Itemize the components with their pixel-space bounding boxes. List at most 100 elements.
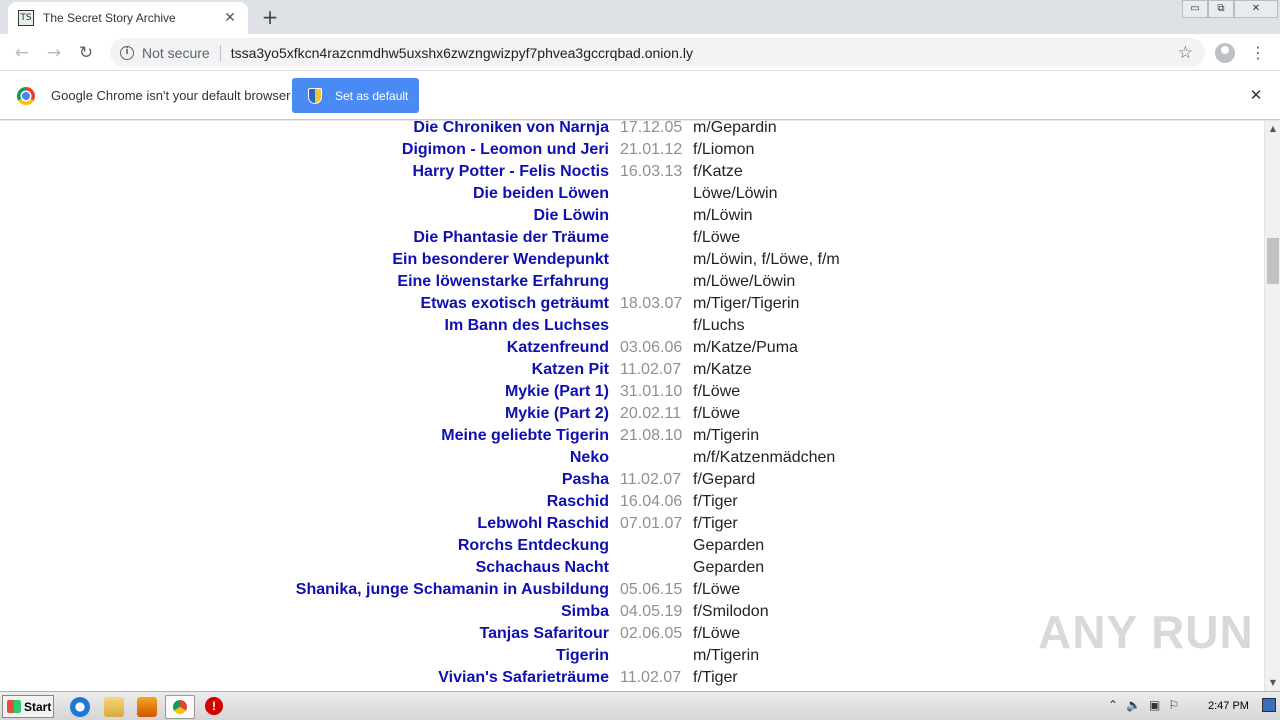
story-title-link[interactable]: Simba [561,601,609,623]
stop-icon[interactable]: ! [205,697,223,715]
reload-icon[interactable]: ↻ [74,41,98,65]
story-title-link[interactable]: Neko [570,447,609,469]
story-title-link[interactable]: Schachaus Nacht [476,557,609,579]
bookmark-star-icon[interactable]: ☆ [1178,43,1193,63]
start-button[interactable]: Start [2,695,54,718]
story-species: f/Gepard [693,471,756,488]
story-date: 16.03.13 [620,163,683,180]
story-title-link[interactable]: Im Bann des Luchses [445,315,610,337]
story-title-link[interactable]: Katzen Pit [532,359,609,381]
story-title-link[interactable]: Die Löwin [533,205,609,227]
vertical-scrollbar[interactable]: ▲ ▼ [1264,121,1280,691]
story-date: 21.08.10 [620,427,683,444]
minimize-button[interactable]: ▭ [1182,0,1208,18]
window-close-button[interactable]: ✕ [1234,0,1278,18]
story-title-link[interactable]: Rorchs Entdeckung [458,535,609,557]
story-title-link[interactable]: Lebwohl Raschid [477,513,609,535]
action-center-flag-icon[interactable]: ⚐ [1168,698,1179,712]
back-arrow-icon[interactable]: ← [10,41,34,65]
url-text[interactable]: tssa3yo5xfkcn4razcnmdhw5uxshx6zwzngwizpy… [231,45,1178,61]
story-title-link[interactable]: Mykie (Part 2) [505,403,609,425]
story-species: m/Tiger/Tigerin [693,295,800,312]
story-row: Shanika, junge Schamanin in Ausbildung 05… [0,579,1264,601]
scrollbar-thumb[interactable] [1267,238,1279,284]
story-title-link[interactable]: Raschid [547,491,609,513]
story-species: f/Tiger [693,515,738,532]
tray-expand-icon[interactable]: ⌃ [1108,698,1118,712]
story-species: m/Katze/Puma [693,339,798,356]
story-title-link[interactable]: Mykie (Part 1) [505,381,609,403]
security-label[interactable]: Not secure [142,45,210,61]
new-tab-button[interactable]: + [258,6,282,28]
set-as-default-button[interactable]: Set as default [292,78,419,113]
browser-toolbar: ← → ↻ i Not secure tssa3yo5xfkcn4razcnmd… [0,34,1280,71]
address-bar[interactable]: i Not secure tssa3yo5xfkcn4razcnmdhw5uxs… [110,38,1205,67]
story-title-link[interactable]: Meine geliebte Tigerin [441,425,609,447]
story-row: Neko m/f/Katzenmädchen [0,447,1264,469]
story-row: Ein besonderer Wendepunkt m/Löwin, f/Löwe… [0,249,1264,271]
story-species: m/Katze [693,361,752,378]
set-as-default-label: Set as default [335,88,409,103]
tab-close-icon[interactable]: ✕ [222,10,238,26]
show-desktop-icon[interactable] [1262,698,1276,712]
file-explorer-icon[interactable] [104,697,124,717]
default-browser-infobar: Google Chrome isn't your default browser… [0,72,1280,120]
story-title-link[interactable]: Harry Potter - Felis Noctis [413,161,610,183]
story-species: f/Luchs [693,317,745,334]
story-species: f/Katze [693,163,743,180]
story-species: f/Smilodon [693,603,769,620]
site-favicon-icon: TS [18,10,34,26]
chrome-taskbar-icon[interactable] [165,695,195,719]
story-row: Eine löwenstarke Erfahrung m/Löwe/Löwin [0,271,1264,293]
story-species: Geparden [693,537,765,554]
scroll-down-arrow-icon[interactable]: ▼ [1265,675,1280,691]
forward-arrow-icon[interactable]: → [42,41,66,65]
story-row: Die Löwin m/Löwin [0,205,1264,227]
story-row: Katzen Pit 11.02.07 m/Katze [0,359,1264,381]
story-row: Harry Potter - Felis Noctis 16.03.13 f/Kat… [0,161,1264,183]
info-icon[interactable]: i [120,45,134,60]
story-species: f/Liomon [693,141,755,158]
infobar-close-icon[interactable]: ✕ [1247,86,1265,104]
story-date: 11.02.07 [620,361,682,378]
story-title-link[interactable]: Tigerin [556,645,609,667]
story-title-link[interactable]: Pasha [562,469,609,491]
story-date: 02.06.05 [620,625,683,642]
story-row: Die beiden Löwen Löwe/Löwin [0,183,1264,205]
story-title-link[interactable]: Die beiden Löwen [473,183,609,205]
story-date: 18.03.07 [620,295,683,312]
story-date: 11.02.07 [620,669,682,686]
scroll-up-arrow-icon[interactable]: ▲ [1265,121,1280,137]
story-title-link[interactable]: Die Phantasie der Träume [413,227,609,249]
story-title-link[interactable]: Etwas exotisch geträumt [421,293,610,315]
story-date: 20.02.11 [620,405,682,422]
story-row: Mykie (Part 2) 20.02.11 f/Löwe [0,403,1264,425]
story-date: 04.05.19 [620,603,683,620]
story-species: f/Löwe [693,405,741,422]
story-title-link[interactable]: Tanjas Safaritour [479,623,609,645]
story-list: Die Chroniken von Narnja 17.12.05 m/Gepard… [0,121,1264,689]
profile-avatar-icon[interactable] [1215,43,1235,63]
story-title-link[interactable]: Die Chroniken von Narnja [413,121,609,139]
story-row: Im Bann des Luchses f/Luchs [0,315,1264,337]
story-species: m/Löwin, f/Löwe, f/m [693,251,840,268]
story-row: Rorchs Entdeckung Geparden [0,535,1264,557]
story-title-link[interactable]: Ein besonderer Wendepunkt [392,249,609,271]
story-date: 05.06.15 [620,581,683,598]
tab-title: The Secret Story Archive [43,11,176,25]
story-title-link[interactable]: Shanika, junge Schamanin in Ausbildung [296,579,609,601]
internet-explorer-icon[interactable] [70,697,90,717]
media-player-icon[interactable] [137,697,157,717]
volume-icon[interactable]: 🔈 [1126,698,1141,712]
start-label: Start [24,699,52,714]
network-icon[interactable]: ▣ [1149,698,1160,712]
story-title-link[interactable]: Vivian's Safarieträume [438,667,609,689]
browser-tab[interactable]: TS The Secret Story Archive ✕ [8,2,248,34]
restore-button[interactable]: ⧉ [1208,0,1234,18]
story-title-link[interactable]: Digimon - Leomon und Jeri [402,139,609,161]
story-title-link[interactable]: Eine löwenstarke Erfahrung [397,271,609,293]
story-date: 21.01.12 [620,141,683,158]
browser-menu-icon[interactable]: ⋮ [1250,41,1266,65]
taskbar-clock[interactable]: 2:47 PM [1208,700,1249,712]
story-title-link[interactable]: Katzenfreund [507,337,609,359]
